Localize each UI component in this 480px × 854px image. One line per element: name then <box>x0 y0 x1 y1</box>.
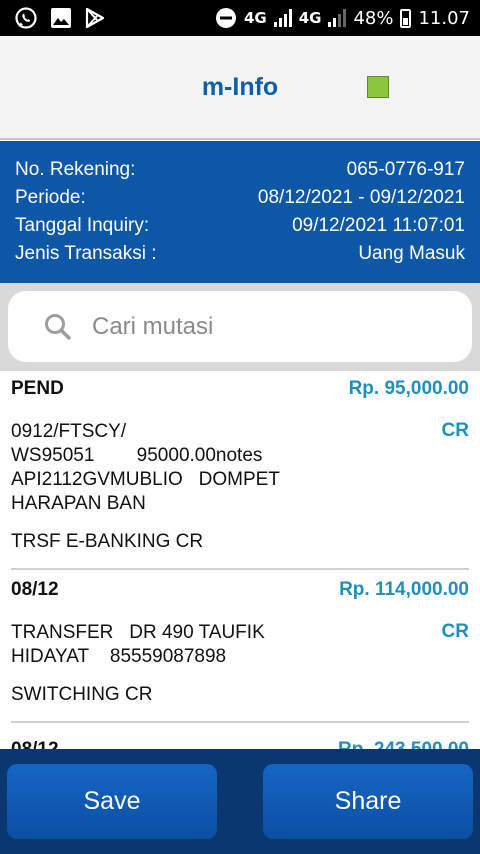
network-type-2: 4G <box>298 9 322 27</box>
info-value: 09/12/2021 11:07:01 <box>292 215 465 236</box>
transaction-list[interactable]: PEND Rp. 95,000.00 0912/FTSCY/ WS95051 9… <box>0 371 480 749</box>
info-row-period: Periode: 08/12/2021 - 09/12/2021 <box>15 187 465 215</box>
battery-percent: 48% <box>353 7 394 29</box>
share-button[interactable]: Share <box>263 764 473 839</box>
search-input[interactable] <box>92 312 432 341</box>
transaction-item[interactable]: PEND Rp. 95,000.00 0912/FTSCY/ WS95051 9… <box>0 374 480 570</box>
transaction-description: TRANSFER DR 490 TAUFIK HIDAYAT 855590878… <box>11 622 265 667</box>
search-box[interactable] <box>8 291 472 362</box>
play-store-icon <box>84 7 106 29</box>
account-info-panel: No. Rekening: 065-0776-917 Periode: 08/1… <box>0 141 480 283</box>
transaction-amount: Rp. 243,500.00 <box>338 739 469 749</box>
network-type-1: 4G <box>243 9 267 27</box>
transaction-amount: Rp. 114,000.00 <box>339 579 469 600</box>
search-area <box>0 283 480 371</box>
info-row-account: No. Rekening: 065-0776-917 <box>15 159 465 187</box>
info-value: 08/12/2021 - 09/12/2021 <box>257 187 465 208</box>
info-value: 065-0776-917 <box>346 159 465 180</box>
do-not-disturb-icon <box>215 7 237 29</box>
battery-icon <box>400 8 412 28</box>
transaction-date: 08/12 <box>11 579 59 600</box>
page-title: m-Info <box>201 73 279 101</box>
transaction-channel: SWITCHING CR <box>11 684 153 705</box>
info-label: Periode: <box>15 187 86 208</box>
transaction-description: 0912/FTSCY/ WS95051 95000.00notes API211… <box>11 421 280 514</box>
save-button[interactable]: Save <box>7 764 217 839</box>
search-icon <box>42 311 74 343</box>
transaction-date: PEND <box>11 378 64 399</box>
info-label: Jenis Transaksi : <box>15 243 157 264</box>
whatsapp-icon <box>14 6 38 30</box>
clock: 11.07 <box>418 7 470 29</box>
connection-status-indicator <box>367 76 389 98</box>
signal-icon-2 <box>328 9 347 27</box>
info-row-inquiry-date: Tanggal Inquiry: 09/12/2021 11:07:01 <box>15 215 465 243</box>
transaction-channel: TRSF E-BANKING CR <box>11 531 204 552</box>
signal-icon-1 <box>273 9 292 27</box>
status-bar: 4G 4G 48% 11.07 <box>0 0 480 36</box>
info-label: Tanggal Inquiry: <box>15 215 150 236</box>
transaction-amount: Rp. 95,000.00 <box>348 378 469 399</box>
transaction-type: CR <box>441 420 469 441</box>
transaction-item[interactable]: 08/12 Rp. 243,500.00 <box>0 735 480 749</box>
transaction-type: CR <box>441 621 469 642</box>
info-row-transaction-type: Jenis Transaksi : Uang Masuk <box>15 243 465 271</box>
transaction-item[interactable]: 08/12 Rp. 114,000.00 TRANSFER DR 490 TAU… <box>0 575 480 723</box>
app-bar: m-Info <box>0 36 480 140</box>
info-label: No. Rekening: <box>15 159 136 180</box>
info-value: Uang Masuk <box>358 243 465 264</box>
transaction-date: 08/12 <box>11 739 59 749</box>
image-icon <box>50 7 72 29</box>
bottom-action-bar: Save Share <box>0 749 480 854</box>
